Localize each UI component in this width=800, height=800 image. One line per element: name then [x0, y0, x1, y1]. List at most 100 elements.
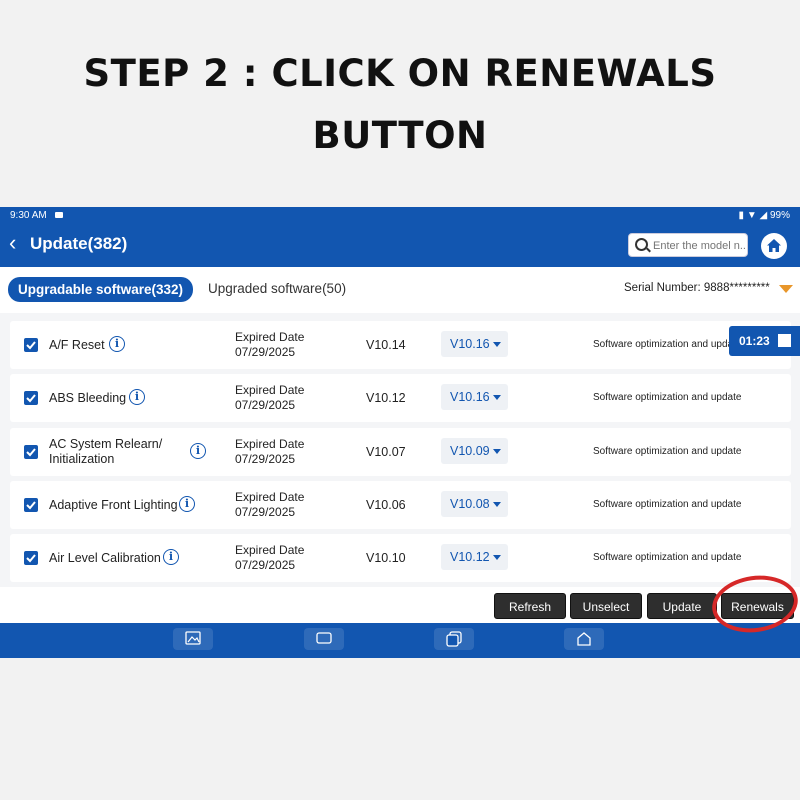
expired-info: Expired Date 07/29/2025 [235, 383, 304, 413]
tablet-screen: 9:30 AM ▮ ▼ ◢ 99% ‹ Update(382) Upgradab… [0, 207, 800, 658]
row-checkbox[interactable] [24, 551, 38, 565]
tab-upgradable-software[interactable]: Upgradable software(332) [8, 277, 194, 302]
info-icon[interactable]: i [129, 389, 145, 405]
image-icon [185, 631, 201, 645]
expired-date: 07/29/2025 [235, 505, 296, 519]
check-icon [26, 554, 36, 563]
timer-text: 01:23 [739, 334, 770, 348]
serial-dropdown-icon[interactable] [779, 285, 793, 293]
software-name-line2: Initialization [49, 452, 115, 466]
home-button[interactable] [761, 233, 787, 259]
record-icon [55, 212, 63, 218]
battery-level: 99% [769, 210, 790, 221]
software-description: Software optimization and upda [593, 339, 734, 350]
expired-label: Expired Date [235, 543, 305, 557]
page-title[interactable]: Update(382) [30, 234, 127, 254]
check-icon [26, 394, 36, 403]
instruction-heading-line1: STEP 2 : CLICK ON RENEWALS [83, 52, 717, 95]
software-row[interactable]: Adaptive Front Lighting i Expired Date 07… [10, 481, 791, 529]
target-version-select[interactable]: V10.08 [441, 491, 508, 517]
instruction-heading-line2: BUTTON [312, 114, 488, 157]
target-version-select[interactable]: V10.16 [441, 331, 508, 357]
chevron-down-icon [493, 502, 501, 507]
current-version: V10.14 [366, 338, 406, 352]
expired-info: Expired Date 07/29/2025 [235, 330, 304, 360]
home-nav-button[interactable] [564, 628, 604, 650]
current-version: V10.07 [366, 445, 406, 459]
software-name: Adaptive Front Lighting [49, 498, 178, 512]
chevron-down-icon [493, 395, 501, 400]
stop-icon [778, 334, 791, 347]
current-version: V10.10 [366, 551, 406, 565]
software-row[interactable]: A/F Reset i Expired Date 07/29/2025 V10.1… [10, 321, 791, 369]
software-name: ABS Bleeding [49, 391, 127, 405]
status-time: 9:30 AM [10, 210, 47, 221]
recent-apps-nav-button[interactable] [434, 628, 474, 650]
info-icon[interactable]: i [109, 336, 125, 352]
software-name: A/F Reset [49, 338, 105, 352]
back-chevron-icon[interactable]: ‹ [9, 231, 16, 255]
expired-label: Expired Date [235, 490, 305, 504]
countdown-timer[interactable]: 01:23 [729, 326, 800, 356]
signal-icon: ▮ ▼ ◢ [738, 210, 770, 221]
target-version: V10.09 [450, 444, 490, 458]
target-version-select[interactable]: V10.16 [441, 384, 508, 410]
chevron-down-icon [493, 342, 501, 347]
action-bar: Refresh Unselect Update Renewals [0, 587, 800, 623]
info-icon[interactable]: i [179, 496, 195, 512]
software-description: Software optimization and update [593, 446, 742, 457]
bottom-nav [0, 623, 800, 658]
expired-label: Expired Date [235, 330, 305, 344]
target-version: V10.12 [450, 550, 490, 564]
row-checkbox[interactable] [24, 498, 38, 512]
expired-label: Expired Date [235, 383, 305, 397]
home-icon [767, 239, 781, 252]
unselect-button[interactable]: Unselect [570, 593, 642, 619]
expired-info: Expired Date 07/29/2025 [235, 490, 304, 520]
vci-icon [316, 632, 332, 644]
check-icon [26, 448, 36, 457]
target-version-select[interactable]: V10.09 [441, 438, 508, 464]
target-version-select[interactable]: V10.12 [441, 544, 508, 570]
software-row[interactable]: Air Level Calibration i Expired Date 07/2… [10, 534, 791, 582]
serial-number: Serial Number: 9888********* [624, 282, 770, 294]
software-description: Software optimization and update [593, 392, 742, 403]
software-row[interactable]: ABS Bleeding i Expired Date 07/29/2025 V1… [10, 374, 791, 422]
software-name: Air Level Calibration [49, 551, 161, 565]
row-checkbox[interactable] [24, 338, 38, 352]
update-button[interactable]: Update [647, 593, 717, 619]
search-box[interactable] [628, 233, 749, 257]
search-input[interactable] [651, 237, 749, 255]
status-right: ▮ ▼ ◢ 99% [739, 210, 790, 221]
row-checkbox[interactable] [24, 391, 38, 405]
main-content: Upgradable software(332) Upgraded softwa… [0, 267, 800, 623]
expired-info: Expired Date 07/29/2025 [235, 437, 304, 467]
gallery-nav-button[interactable] [173, 628, 213, 650]
target-version: V10.08 [450, 497, 490, 511]
info-icon[interactable]: i [163, 549, 179, 565]
info-icon[interactable]: i [190, 443, 206, 459]
software-description: Software optimization and update [593, 499, 742, 510]
search-icon [635, 238, 648, 251]
tab-upgraded-software[interactable]: Upgraded software(50) [208, 281, 346, 296]
expired-label: Expired Date [235, 437, 305, 451]
tabs-row: Upgradable software(332) Upgraded softwa… [0, 267, 800, 313]
recent-apps-icon [446, 631, 462, 647]
title-bar: ‹ Update(382) [0, 225, 800, 267]
vci-nav-button[interactable] [304, 628, 344, 650]
row-checkbox[interactable] [24, 445, 38, 459]
software-name-line1: AC System Relearn/ [49, 437, 163, 451]
status-bar: 9:30 AM ▮ ▼ ◢ 99% [0, 207, 800, 225]
software-row[interactable]: AC System Relearn/Initialization i Expir… [10, 428, 791, 476]
expired-date: 07/29/2025 [235, 398, 296, 412]
refresh-button[interactable]: Refresh [494, 593, 566, 619]
expired-info: Expired Date 07/29/2025 [235, 543, 304, 573]
expired-date: 07/29/2025 [235, 558, 296, 572]
home-outline-icon [577, 632, 591, 646]
check-icon [26, 341, 36, 350]
current-version: V10.06 [366, 498, 406, 512]
software-name: AC System Relearn/Initialization [49, 437, 162, 467]
software-description: Software optimization and update [593, 552, 742, 563]
current-version: V10.12 [366, 391, 406, 405]
expired-date: 07/29/2025 [235, 345, 296, 359]
